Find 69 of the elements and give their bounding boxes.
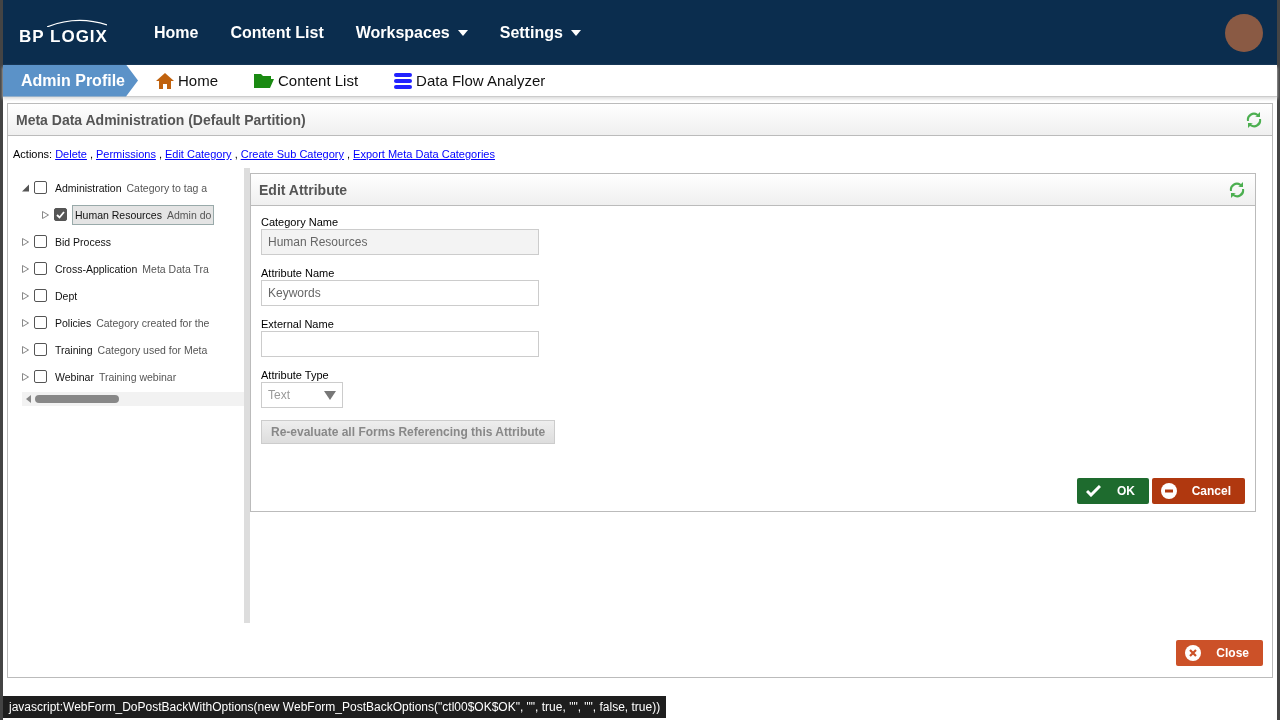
breadcrumb-link[interactable]: Data Flow Analyzer [394, 72, 546, 89]
breadcrumb-link[interactable]: Content List [254, 72, 359, 89]
input-field[interactable]: Keywords [261, 280, 539, 306]
tree-item[interactable]: Training Category used for Meta [52, 339, 211, 360]
field-label: Category Name [261, 216, 340, 228]
tree-item[interactable]: Bid Process [52, 231, 115, 252]
checkbox[interactable] [34, 316, 47, 329]
action-link[interactable]: Permissions [96, 148, 156, 160]
nav-link[interactable]: Content List [230, 23, 324, 42]
expand-triangle-icon[interactable] [22, 264, 29, 273]
expand-triangle-icon[interactable] [22, 372, 29, 381]
breadcrumb-current: Admin Profile [3, 64, 138, 97]
checkbox[interactable] [34, 181, 47, 194]
horizontal-scrollbar[interactable] [22, 392, 244, 406]
breadcrumb-link[interactable]: Home [156, 72, 218, 89]
checkbox[interactable] [34, 343, 47, 356]
field-label: Attribute Type [261, 369, 330, 381]
collapse-triangle-icon[interactable] [22, 183, 29, 192]
field-label: Attribute Name [261, 267, 336, 279]
separator-comma: , [158, 148, 162, 160]
checkbox[interactable] [34, 370, 47, 383]
nav-link[interactable]: Settings [499, 23, 581, 42]
logo-swoosh-icon [47, 18, 107, 27]
dropdown-arrow-icon [324, 390, 336, 400]
avatar[interactable] [1225, 13, 1263, 52]
action-link[interactable]: Delete [55, 148, 87, 160]
status-bar-url: javascript:WebForm_DoPostBackWithOptions(new WebForm_PostBackOptions("ctl00$OK$OK", "", true, "", "", false, true)) [3, 696, 667, 718]
folder-icon [254, 73, 274, 88]
scroll-left-arrow-icon[interactable] [26, 395, 31, 403]
cancel-button[interactable]: Cancel [1152, 478, 1245, 504]
tree-item[interactable]: Webinar Training webinar [52, 366, 180, 387]
checkbox[interactable] [34, 262, 47, 275]
checkbox[interactable] [54, 208, 67, 221]
separator-comma: , [234, 148, 238, 160]
refresh-icon[interactable] [1246, 111, 1262, 128]
expand-triangle-icon[interactable] [22, 345, 29, 354]
tree-item[interactable]: Policies Category created for the [52, 312, 213, 333]
close-button[interactable]: Close [1176, 640, 1263, 666]
action-link[interactable]: Export Meta Data Categories [353, 148, 495, 160]
checkbox[interactable] [34, 235, 47, 248]
tree-item[interactable]: Cross-Application Meta Data Tra [52, 258, 212, 279]
ok-button[interactable]: OK [1077, 478, 1149, 504]
tree-item[interactable]: Human Resources Admin do [72, 204, 215, 225]
panel-title: Meta Data Administration (Default Partition) [16, 111, 306, 128]
nav-link[interactable]: Workspaces [355, 23, 468, 42]
field-label: External Name [261, 318, 335, 330]
tree-item[interactable]: Administration Category to tag a [52, 177, 211, 198]
close-circle-icon [1185, 645, 1201, 661]
expand-triangle-icon[interactable] [22, 237, 29, 246]
checkmark-icon [56, 210, 65, 219]
tree-item[interactable]: Dept [52, 285, 81, 306]
separator-comma: , [89, 148, 93, 160]
checkbox[interactable] [34, 289, 47, 302]
input-field[interactable] [261, 331, 539, 357]
house-icon [156, 72, 174, 89]
check-icon [1086, 485, 1101, 497]
action-link[interactable]: Create Sub Category [240, 148, 345, 160]
nav-link[interactable]: Home [153, 23, 199, 42]
action-link[interactable]: Edit Category [164, 148, 232, 160]
expand-triangle-icon[interactable] [42, 210, 49, 219]
actions-label: Actions: [13, 148, 53, 160]
dialog-title: Edit Attribute [259, 181, 348, 198]
separator-comma: , [347, 148, 351, 160]
stack-icon [394, 72, 413, 89]
expand-triangle-icon[interactable] [22, 291, 29, 300]
expand-triangle-icon[interactable] [22, 318, 29, 327]
refresh-icon[interactable] [1229, 181, 1245, 198]
logo-text: BP LOGIX [19, 26, 108, 47]
minus-circle-icon [1161, 483, 1177, 499]
